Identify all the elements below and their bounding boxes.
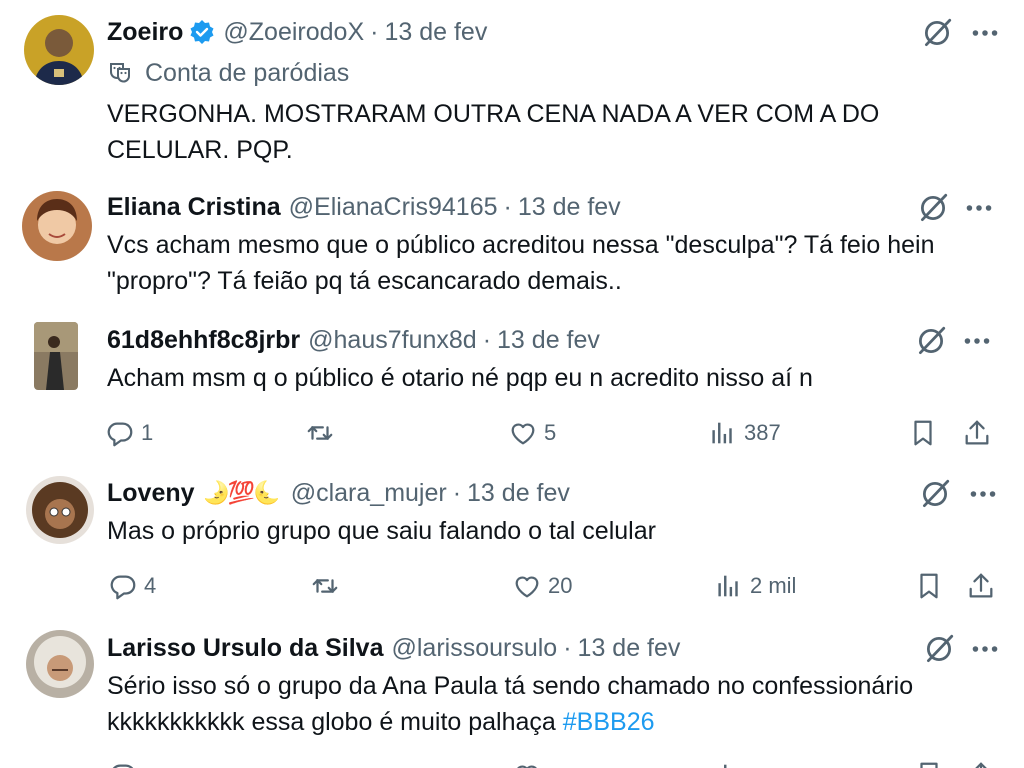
like-button[interactable]: 5 (508, 415, 556, 451)
avatar[interactable] (34, 322, 78, 390)
bookmark-icon (914, 760, 944, 768)
author-handle[interactable]: @larissoursulo (392, 634, 558, 663)
hashtag-link[interactable]: #BBB26 (563, 708, 655, 736)
views-count: 387 (744, 420, 781, 445)
share-button[interactable] (966, 568, 996, 604)
views-icon (708, 418, 738, 448)
separator-dot: · (503, 192, 512, 221)
views-icon (714, 571, 744, 601)
heart-icon (508, 418, 538, 448)
bookmark-icon (908, 418, 938, 448)
heart-icon (512, 571, 542, 601)
tweet-text: VERGONHA. MOSTRARAM OUTRA CENA NADA A VE… (107, 100, 880, 164)
tweet-date[interactable]: 13 de fev (578, 634, 681, 663)
bookmark-button[interactable] (914, 757, 944, 768)
verified-badge-icon (190, 20, 214, 44)
reply-count: 1 (141, 420, 154, 445)
reply-icon (108, 760, 138, 768)
grok-icon[interactable] (922, 632, 956, 666)
avatar[interactable] (26, 476, 94, 544)
views-button[interactable] (714, 757, 744, 768)
tweet[interactable]: Eliana Cristina @ElianaCris94165 · 13 de… (0, 185, 1024, 310)
retweet-icon (305, 418, 335, 448)
grok-icon[interactable] (920, 16, 954, 50)
bookmark-button[interactable] (914, 568, 944, 604)
share-icon (962, 418, 992, 448)
reply-button[interactable] (108, 757, 138, 768)
share-button[interactable] (962, 415, 992, 451)
tweet[interactable]: 61d8ehhf8c8jrbr @haus7funx8d · 13 de fev… (0, 310, 1024, 470)
tweet-text-content: Sério isso só o grupo da Ana Paula tá se… (107, 672, 914, 736)
name-emoji: 🌛💯🌜 (202, 480, 281, 505)
tweet-date[interactable]: 13 de fev (384, 18, 487, 47)
retweet-icon (310, 760, 340, 768)
tweet[interactable]: Loveny 🌛💯🌜 @clara_mujer · 13 de fev Mas … (0, 470, 1024, 625)
share-icon (966, 760, 996, 768)
heart-icon (512, 760, 542, 768)
bookmark-icon (914, 571, 944, 601)
tweet-text: Acham msm q o público é otario né pqp eu… (107, 364, 813, 392)
tweet-date[interactable]: 13 de fev (518, 193, 621, 222)
separator-dot: · (563, 633, 572, 662)
author-handle[interactable]: @ElianaCris94165 (289, 193, 498, 222)
author-name[interactable]: 61d8ehhf8c8jrbr (107, 326, 300, 355)
views-icon (714, 760, 744, 768)
separator-dot: · (370, 17, 379, 46)
author-handle[interactable]: @clara_mujer (291, 479, 447, 508)
tweet-text: Sério isso só o grupo da Ana Paula tá se… (107, 668, 987, 740)
views-button[interactable]: 2 mil (714, 568, 796, 604)
like-button[interactable] (512, 757, 542, 768)
retweet-icon (310, 571, 340, 601)
tweet-actions: 4 20 2 mil (0, 568, 1024, 604)
share-button[interactable] (966, 757, 996, 768)
reply-button[interactable]: 1 (105, 415, 153, 451)
grok-icon[interactable] (916, 191, 950, 225)
theater-masks-icon (110, 63, 130, 83)
more-dots-icon[interactable] (966, 477, 1000, 511)
reply-button[interactable]: 4 (108, 568, 156, 604)
tweet[interactable]: Larisso Ursulo da Silva @larissoursulo ·… (0, 625, 1024, 768)
author-handle[interactable]: @ZoeirodoX (223, 18, 364, 47)
parody-label: Conta de paródias (107, 56, 349, 90)
parody-label-text: Conta de paródias (145, 58, 350, 87)
avatar[interactable] (24, 15, 94, 85)
retweet-button[interactable] (310, 568, 340, 604)
reply-icon (108, 571, 138, 601)
more-dots-icon[interactable] (968, 16, 1002, 50)
bookmark-button[interactable] (908, 415, 938, 451)
more-dots-icon[interactable] (968, 632, 1002, 666)
avatar[interactable] (22, 191, 92, 261)
like-count: 5 (544, 420, 557, 445)
reply-count: 4 (144, 573, 157, 598)
grok-icon[interactable] (918, 477, 952, 511)
views-count: 2 mil (750, 573, 797, 598)
like-count: 20 (548, 573, 573, 598)
tweet-actions: 1 5 387 (0, 415, 1024, 451)
tweet-text: Mas o próprio grupo que saiu falando o t… (107, 517, 656, 545)
tweet-date[interactable]: 13 de fev (497, 326, 600, 355)
retweet-button[interactable] (310, 757, 340, 768)
more-dots-icon[interactable] (962, 191, 996, 225)
author-handle[interactable]: @haus7funx8d (308, 326, 477, 355)
tweet-date[interactable]: 13 de fev (467, 479, 570, 508)
share-icon (966, 571, 996, 601)
more-dots-icon[interactable] (960, 324, 994, 358)
separator-dot: · (482, 325, 492, 354)
author-name[interactable]: Zoeiro (107, 18, 183, 47)
author-name[interactable]: Larisso Ursulo da Silva (107, 634, 384, 663)
tweet-actions (0, 757, 1024, 768)
retweet-button[interactable] (305, 415, 335, 451)
tweet-text: Vcs acham mesmo que o público acreditou … (107, 231, 935, 295)
tweet[interactable]: Zoeiro @ZoeirodoX · 13 de fev Conta de p… (0, 0, 1024, 185)
views-button[interactable]: 387 (708, 415, 781, 451)
separator-dot: · (452, 478, 462, 507)
like-button[interactable]: 20 (512, 568, 572, 604)
reply-icon (105, 418, 135, 448)
avatar[interactable] (26, 630, 94, 698)
author-name[interactable]: Eliana Cristina (107, 193, 281, 222)
grok-icon[interactable] (914, 324, 948, 358)
author-name[interactable]: Loveny (107, 479, 195, 508)
